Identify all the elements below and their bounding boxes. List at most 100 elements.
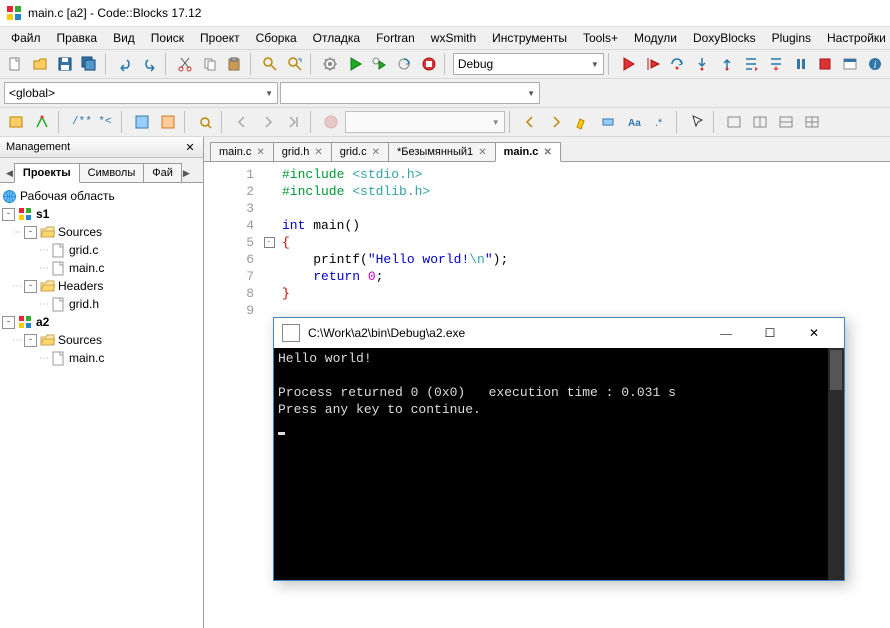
doxy-chm-button[interactable] bbox=[156, 110, 180, 134]
menu-build[interactable]: Сборка bbox=[249, 29, 304, 47]
break-button[interactable] bbox=[789, 52, 812, 76]
tree-collapse-icon[interactable]: - bbox=[24, 280, 37, 293]
build-target-combo[interactable]: Debug▼ bbox=[453, 53, 604, 75]
tree-collapse-icon[interactable]: - bbox=[24, 334, 37, 347]
editor-tab[interactable]: *Безымянный1✕ bbox=[388, 142, 496, 161]
console-window[interactable]: C:\Work\a2\bin\Debug\a2.exe — ☐ ✕ Hello … bbox=[273, 317, 845, 581]
nav-back-button[interactable] bbox=[230, 110, 254, 134]
menu-search[interactable]: Поиск bbox=[144, 29, 191, 47]
abort2-button[interactable] bbox=[319, 110, 343, 134]
menu-modules[interactable]: Модули bbox=[627, 29, 684, 47]
replace-button[interactable] bbox=[283, 52, 306, 76]
project-tree[interactable]: Рабочая область - s1 ⋯ - Sources ⋯ grid.… bbox=[0, 183, 203, 628]
symbol-combo[interactable]: ▼ bbox=[280, 82, 540, 104]
copy-button[interactable] bbox=[198, 52, 221, 76]
folder-node[interactable]: ⋯ - Headers bbox=[2, 277, 201, 295]
file-node[interactable]: ⋯ grid.c bbox=[2, 241, 201, 259]
match-case-button[interactable]: Aa bbox=[622, 110, 646, 134]
tree-collapse-icon[interactable]: - bbox=[24, 226, 37, 239]
fold-toggle-icon[interactable]: - bbox=[264, 237, 275, 248]
file-node[interactable]: ⋯ grid.h bbox=[2, 295, 201, 313]
build-button[interactable] bbox=[319, 52, 342, 76]
editor-tab[interactable]: grid.h✕ bbox=[273, 142, 332, 161]
menu-file[interactable]: Файл bbox=[4, 29, 48, 47]
step-over-button[interactable] bbox=[666, 52, 689, 76]
paste-button[interactable] bbox=[223, 52, 246, 76]
debug-info-button[interactable]: i bbox=[863, 52, 886, 76]
folder-node[interactable]: ⋯ - Sources bbox=[2, 223, 201, 241]
run-to-cursor-button[interactable] bbox=[641, 52, 664, 76]
run-button[interactable] bbox=[343, 52, 366, 76]
mgmt-tab-files[interactable]: Фай bbox=[143, 163, 182, 182]
step-instr-button[interactable] bbox=[765, 52, 788, 76]
folder-node[interactable]: ⋯ - Sources bbox=[2, 331, 201, 349]
nav-fwd-button[interactable] bbox=[256, 110, 280, 134]
console-output[interactable]: Hello world! Process returned 0 (0x0) ex… bbox=[274, 348, 844, 580]
menu-doxyblocks[interactable]: DoxyBlocks bbox=[686, 29, 763, 47]
layout2-button[interactable] bbox=[748, 110, 772, 134]
close-tab-icon[interactable]: ✕ bbox=[372, 147, 380, 158]
find-button[interactable] bbox=[258, 52, 281, 76]
console-scrollbar[interactable] bbox=[828, 348, 844, 580]
menu-toolsplus[interactable]: Tools+ bbox=[576, 29, 625, 47]
selection-button[interactable] bbox=[596, 110, 620, 134]
stop-debug-button[interactable] bbox=[814, 52, 837, 76]
menu-fortran[interactable]: Fortran bbox=[369, 29, 422, 47]
layout4-button[interactable] bbox=[800, 110, 824, 134]
close-tab-icon[interactable]: ✕ bbox=[478, 147, 486, 158]
scrollbar-thumb[interactable] bbox=[830, 350, 842, 390]
undo-button[interactable] bbox=[114, 52, 137, 76]
mgmt-tab-symbols[interactable]: Символы bbox=[79, 163, 145, 182]
menu-edit[interactable]: Правка bbox=[50, 29, 105, 47]
cursor-icon[interactable] bbox=[685, 110, 709, 134]
close-button[interactable]: ✕ bbox=[792, 319, 836, 347]
menu-wxsmith[interactable]: wxSmith bbox=[424, 29, 483, 47]
menu-settings[interactable]: Настройки bbox=[820, 29, 890, 47]
tree-collapse-icon[interactable]: - bbox=[2, 208, 15, 221]
fortran-combo[interactable]: ▼ bbox=[345, 111, 505, 133]
console-titlebar[interactable]: C:\Work\a2\bin\Debug\a2.exe — ☐ ✕ bbox=[274, 318, 844, 348]
save-button[interactable] bbox=[53, 52, 76, 76]
rebuild-button[interactable] bbox=[393, 52, 416, 76]
management-close-button[interactable]: ✕ bbox=[183, 141, 197, 154]
next-instr-button[interactable] bbox=[740, 52, 763, 76]
redo-button[interactable] bbox=[138, 52, 161, 76]
regex-button[interactable]: .* bbox=[648, 110, 672, 134]
jump-back-button[interactable] bbox=[518, 110, 542, 134]
layout3-button[interactable] bbox=[774, 110, 798, 134]
step-into-button[interactable] bbox=[691, 52, 714, 76]
jump-fwd-button[interactable] bbox=[544, 110, 568, 134]
debug-windows-button[interactable] bbox=[839, 52, 862, 76]
close-tab-icon[interactable]: ✕ bbox=[543, 147, 551, 158]
open-file-button[interactable] bbox=[29, 52, 52, 76]
doxy-extract-button[interactable] bbox=[30, 110, 54, 134]
step-out-button[interactable] bbox=[715, 52, 738, 76]
editor-tab[interactable]: grid.c✕ bbox=[331, 142, 389, 161]
menu-debug[interactable]: Отладка bbox=[306, 29, 367, 47]
debug-start-button[interactable] bbox=[617, 52, 640, 76]
scope-combo[interactable]: <global>▼ bbox=[4, 82, 278, 104]
doxy-html-button[interactable] bbox=[130, 110, 154, 134]
close-tab-icon[interactable]: ✕ bbox=[256, 147, 264, 158]
doxy-run-button[interactable] bbox=[4, 110, 28, 134]
cut-button[interactable] bbox=[174, 52, 197, 76]
tree-collapse-icon[interactable]: - bbox=[2, 316, 15, 329]
editor-tab[interactable]: main.c✕ bbox=[210, 142, 274, 161]
nav-last-button[interactable] bbox=[282, 110, 306, 134]
close-tab-icon[interactable]: ✕ bbox=[314, 147, 322, 158]
file-node[interactable]: ⋯ main.c bbox=[2, 349, 201, 367]
doxy-block-button[interactable]: /** *< bbox=[67, 110, 117, 134]
save-all-button[interactable] bbox=[78, 52, 101, 76]
layout1-button[interactable] bbox=[722, 110, 746, 134]
menu-project[interactable]: Проект bbox=[193, 29, 247, 47]
tab-scroll-right[interactable]: ▶ bbox=[181, 165, 192, 182]
editor-tab-active[interactable]: main.c✕ bbox=[495, 142, 561, 162]
menu-view[interactable]: Вид bbox=[106, 29, 142, 47]
new-file-button[interactable] bbox=[4, 52, 27, 76]
doxy-settings-button[interactable] bbox=[193, 110, 217, 134]
highlight-button[interactable] bbox=[570, 110, 594, 134]
menu-tools[interactable]: Инструменты bbox=[485, 29, 574, 47]
file-node[interactable]: ⋯ main.c bbox=[2, 259, 201, 277]
menu-plugins[interactable]: Plugins bbox=[765, 29, 818, 47]
build-run-button[interactable] bbox=[368, 52, 391, 76]
